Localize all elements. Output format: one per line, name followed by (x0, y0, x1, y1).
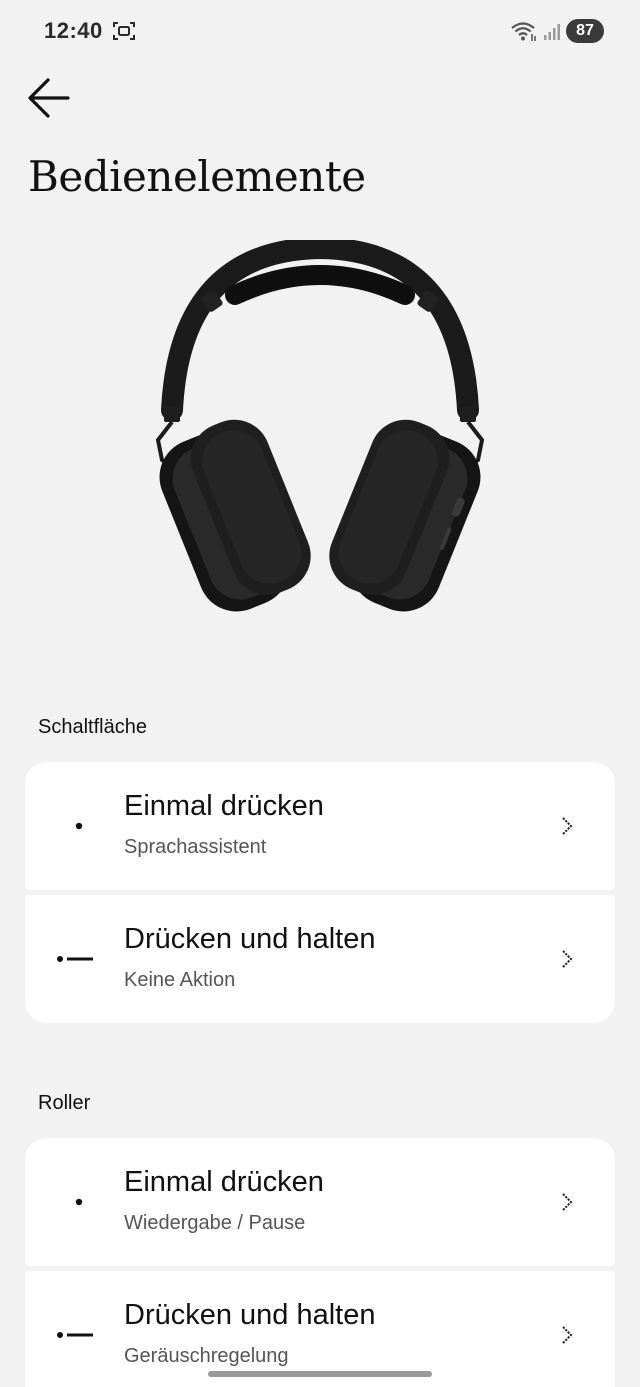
battery-badge: 87 (566, 19, 604, 43)
row-title: Drücken und halten (124, 1299, 376, 1331)
wifi-icon (511, 22, 536, 41)
chevron-right-icon (562, 1193, 573, 1211)
page-title: Bedienelemente (28, 152, 366, 201)
list-item-button-press-hold[interactable]: Drücken und halten Keine Aktion (25, 895, 615, 1023)
section-header-button: Schaltfläche (38, 716, 147, 738)
chevron-right-icon (562, 1326, 573, 1344)
single-press-icon (75, 822, 83, 830)
headphones-image (155, 240, 485, 612)
row-title: Einmal drücken (124, 1166, 324, 1198)
row-subtitle: Sprachassistent (124, 836, 267, 858)
row-title: Einmal drücken (124, 790, 324, 822)
card-button-press-hold: Drücken und halten Keine Aktion (25, 895, 615, 1023)
list-item-button-single-press[interactable]: Einmal drücken Sprachassistent (25, 762, 615, 890)
single-press-icon (75, 1198, 83, 1206)
row-subtitle: Wiedergabe / Pause (124, 1212, 306, 1234)
row-subtitle: Keine Aktion (124, 969, 236, 991)
press-and-hold-icon (57, 1332, 93, 1338)
press-and-hold-icon (57, 956, 93, 962)
status-time: 12:40 (44, 18, 103, 43)
screenshot-icon (113, 22, 135, 40)
chevron-right-icon (562, 817, 573, 835)
status-bar: 12:40 87 (0, 0, 640, 62)
signal-icon (544, 24, 560, 40)
card-button-single-press: Einmal drücken Sprachassistent (25, 762, 615, 890)
back-button[interactable] (24, 72, 76, 124)
card-roller-single-press: Einmal drücken Wiedergabe / Pause (25, 1138, 615, 1266)
list-item-roller-press-hold[interactable]: Drücken und halten Geräuschregelung (25, 1271, 615, 1387)
row-title: Drücken und halten (124, 923, 376, 955)
chevron-right-icon (562, 950, 573, 968)
home-indicator[interactable] (208, 1371, 432, 1377)
list-item-roller-single-press[interactable]: Einmal drücken Wiedergabe / Pause (25, 1138, 615, 1266)
section-header-roller: Roller (38, 1092, 91, 1114)
back-arrow-icon (28, 78, 70, 118)
card-roller-press-hold: Drücken und halten Geräuschregelung (25, 1271, 615, 1387)
row-subtitle: Geräuschregelung (124, 1345, 289, 1367)
